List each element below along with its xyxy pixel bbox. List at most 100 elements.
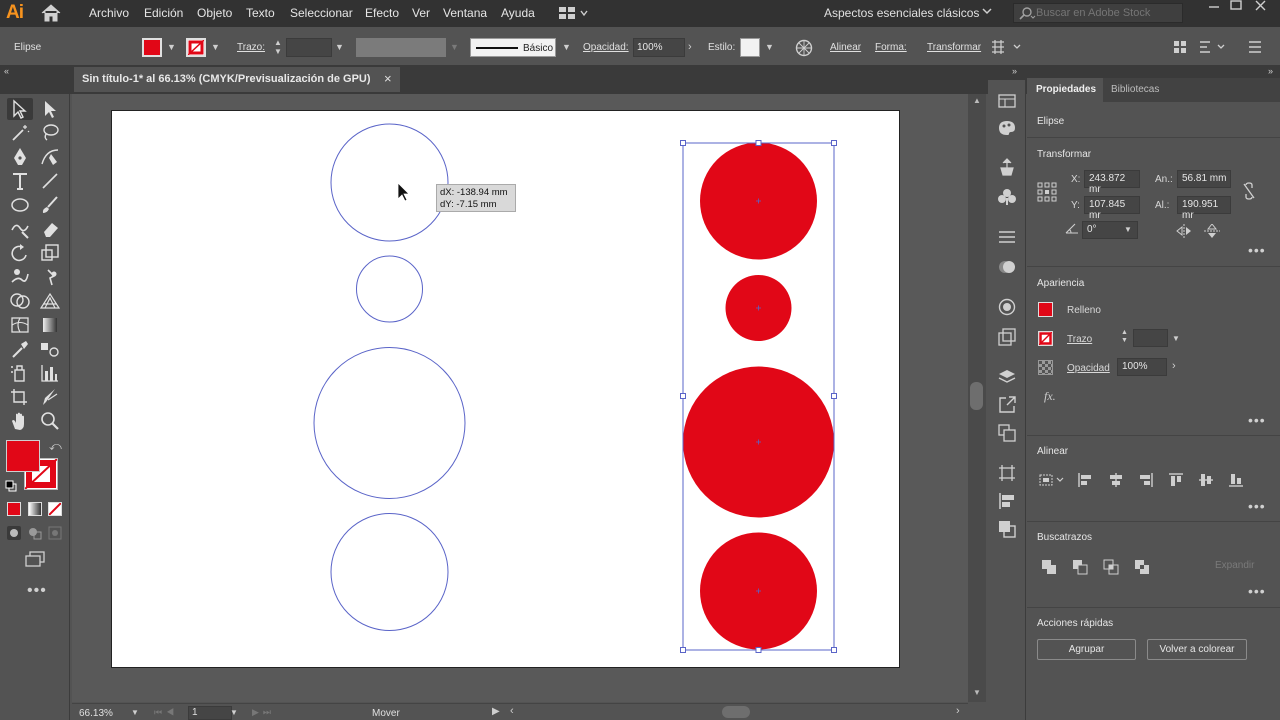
horizontal-scroll-thumb[interactable] bbox=[722, 706, 750, 718]
draw-inside-icon[interactable] bbox=[48, 526, 62, 540]
properties-panel-icon[interactable] bbox=[998, 94, 1016, 108]
chevron-down-icon[interactable]: ▼ bbox=[131, 708, 139, 717]
fill-color-box-front[interactable] bbox=[6, 440, 40, 472]
artboards-panel-icon[interactable] bbox=[998, 424, 1016, 442]
align-right-icon[interactable] bbox=[1138, 472, 1154, 488]
lasso-tool-icon[interactable] bbox=[38, 122, 62, 144]
stock-search[interactable] bbox=[1013, 3, 1183, 23]
graphic-style-swatch[interactable] bbox=[740, 38, 760, 57]
paintbrush-tool-icon[interactable] bbox=[38, 194, 62, 216]
arrange-documents-icon[interactable] bbox=[558, 6, 588, 20]
y-field[interactable]: 107.845 mr bbox=[1084, 196, 1140, 221]
menu-ayuda[interactable]: Ayuda bbox=[501, 6, 535, 20]
home-icon[interactable] bbox=[40, 4, 62, 22]
slice-tool-icon[interactable] bbox=[38, 386, 62, 408]
more-options-icon[interactable]: ••• bbox=[1248, 412, 1266, 428]
scroll-left-icon[interactable]: ‹ bbox=[510, 705, 514, 717]
arrange-icon[interactable] bbox=[1198, 40, 1228, 54]
unite-icon[interactable] bbox=[1041, 559, 1057, 575]
height-field[interactable]: 190.951 mr bbox=[1177, 196, 1231, 221]
scroll-right-icon[interactable]: › bbox=[956, 705, 960, 717]
draw-behind-icon[interactable] bbox=[28, 526, 42, 540]
line-tool-icon[interactable] bbox=[38, 170, 62, 192]
collapse-toolbox-icon[interactable]: « bbox=[4, 66, 9, 76]
align-horizontal-center-icon[interactable] bbox=[1108, 472, 1124, 488]
stroke-weight-field[interactable] bbox=[286, 38, 332, 57]
flip-horizontal-icon[interactable] bbox=[1176, 224, 1192, 238]
artboard-prev-buttons[interactable]: ⏮◀ bbox=[154, 707, 178, 718]
more-options-icon[interactable]: ••• bbox=[1248, 583, 1266, 599]
gradient-tool-icon[interactable] bbox=[38, 314, 62, 336]
stroke-weight-stepper[interactable]: ▲ ▼ bbox=[271, 38, 285, 57]
curvature-tool-icon[interactable] bbox=[38, 146, 62, 168]
shape-builder-tool-icon[interactable] bbox=[8, 290, 32, 312]
artboard-number[interactable]: 1 bbox=[188, 706, 232, 720]
align-bottom-icon[interactable] bbox=[1228, 472, 1244, 488]
stroke-swatch[interactable] bbox=[186, 38, 206, 57]
eyedropper-tool-icon[interactable] bbox=[8, 338, 32, 360]
x-field[interactable]: 243.872 mr bbox=[1084, 170, 1140, 195]
menu-objeto[interactable]: Objeto bbox=[197, 6, 232, 20]
menu-efecto[interactable]: Efecto bbox=[365, 6, 399, 20]
selection-tool-icon[interactable] bbox=[8, 98, 32, 120]
constrain-proportions-icon[interactable] bbox=[1242, 182, 1256, 200]
puppet-warp-tool-icon[interactable] bbox=[38, 266, 62, 288]
menu-texto[interactable]: Texto bbox=[246, 6, 275, 20]
chevron-down-icon[interactable]: ▼ bbox=[1124, 225, 1132, 234]
symbol-sprayer-tool-icon[interactable] bbox=[8, 362, 32, 384]
club-symbol-icon[interactable] bbox=[998, 188, 1016, 206]
opacity-field[interactable]: 100% bbox=[1117, 358, 1167, 376]
recolor-artwork-icon[interactable] bbox=[795, 39, 813, 57]
chevron-down-icon[interactable] bbox=[982, 6, 992, 16]
variable-width-profile[interactable] bbox=[356, 38, 446, 57]
brush-definition[interactable]: Básico bbox=[470, 38, 556, 57]
align-left-icon[interactable] bbox=[1077, 472, 1093, 488]
eraser-tool-icon[interactable] bbox=[38, 218, 62, 240]
pathfinder-panel-icon[interactable] bbox=[998, 520, 1016, 538]
menu-archivo[interactable]: Archivo bbox=[89, 6, 129, 20]
collapse-panel-icon[interactable]: » bbox=[1268, 66, 1273, 76]
stroke-weight-field[interactable] bbox=[1133, 329, 1168, 347]
appearance-stroke-swatch[interactable] bbox=[1038, 331, 1053, 346]
more-options-icon[interactable]: ••• bbox=[1248, 498, 1266, 514]
puppet-warp-icon[interactable] bbox=[990, 39, 1022, 55]
chevron-down-icon[interactable]: ▼ bbox=[1172, 334, 1180, 343]
artboard-next-buttons[interactable]: ▶⏭ bbox=[252, 707, 275, 718]
chevron-down-icon[interactable]: ▼ bbox=[562, 42, 571, 52]
ellipse-tool-icon[interactable] bbox=[8, 194, 32, 216]
menu-seleccionar[interactable]: Seleccionar bbox=[290, 6, 353, 20]
minus-front-icon[interactable] bbox=[1072, 559, 1088, 575]
minimize-button[interactable] bbox=[1203, 0, 1225, 14]
appearance-panel-icon[interactable] bbox=[998, 298, 1016, 316]
opacity-label[interactable]: Opacidad: bbox=[583, 42, 629, 53]
direct-selection-tool-icon[interactable] bbox=[38, 98, 62, 120]
align-panel-icon[interactable] bbox=[998, 492, 1016, 510]
shaper-tool-icon[interactable] bbox=[8, 218, 32, 240]
shape-link[interactable]: Forma: bbox=[875, 42, 907, 53]
screen-mode-icon[interactable] bbox=[24, 550, 48, 568]
transform-panel-icon[interactable] bbox=[998, 464, 1016, 482]
align-link[interactable]: Alinear bbox=[830, 42, 861, 53]
swap-fill-stroke-icon[interactable]: ⤺ bbox=[49, 439, 62, 454]
vertical-scroll-thumb[interactable] bbox=[970, 382, 983, 410]
artboard-tool-icon[interactable] bbox=[8, 386, 32, 408]
menu-edicion[interactable]: Edición bbox=[144, 6, 183, 20]
zoom-tool-icon[interactable] bbox=[38, 410, 62, 432]
chevron-down-icon[interactable]: ▼ bbox=[765, 42, 774, 52]
scroll-up-icon[interactable]: ▲ bbox=[973, 96, 981, 105]
graphic-styles-icon[interactable] bbox=[998, 328, 1016, 346]
stroke-label[interactable]: Trazo bbox=[1067, 334, 1092, 345]
menu-ventana[interactable]: Ventana bbox=[443, 6, 487, 20]
none-mode-icon[interactable] bbox=[48, 502, 62, 516]
tab-libraries[interactable]: Bibliotecas bbox=[1111, 84, 1159, 95]
width-field[interactable]: 56.81 mm bbox=[1177, 170, 1231, 188]
effects-button[interactable]: fx. bbox=[1044, 389, 1056, 404]
color-mode-icon[interactable] bbox=[7, 502, 21, 516]
chevron-right-icon[interactable]: › bbox=[688, 41, 692, 53]
panel-menu-icon[interactable] bbox=[1248, 40, 1262, 54]
expand-dock-icon[interactable]: » bbox=[1012, 66, 1017, 76]
chevron-down-icon[interactable]: ▼ bbox=[230, 708, 238, 717]
blend-tool-icon[interactable] bbox=[38, 338, 62, 360]
status-menu-icon[interactable]: ▶ bbox=[492, 706, 500, 717]
layers-icon[interactable] bbox=[998, 368, 1016, 386]
